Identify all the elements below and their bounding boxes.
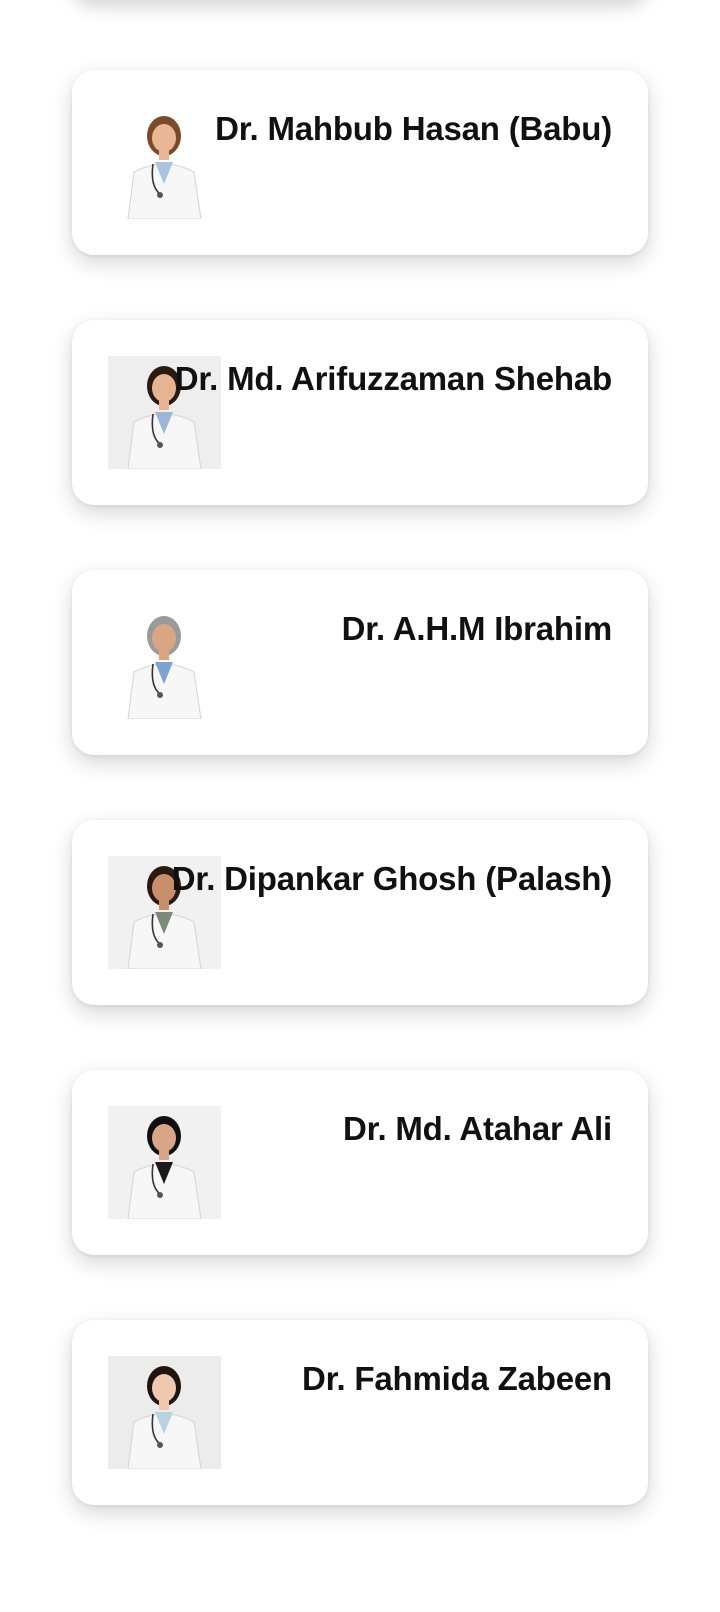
doctor-photo (108, 606, 221, 719)
doctor-card[interactable]: Dr. Dipankar Ghosh (Palash) (72, 820, 648, 1005)
doctor-card[interactable]: Dr. Mahbub Hasan (Babu) (72, 70, 648, 255)
doctor-card[interactable]: Dr. Md. Atahar Ali (72, 1070, 648, 1255)
doctor-photo (108, 106, 221, 219)
doctor-card[interactable]: Dr. Md. Arifuzzaman Shehab (72, 320, 648, 505)
doctor-photo (108, 1356, 221, 1469)
doctor-name: Dr. A.H.M Ibrahim (341, 610, 613, 647)
doctor-name: Dr. Md. Atahar Ali (343, 1110, 612, 1147)
doctor-name: Dr. Md. Arifuzzaman Shehab (174, 360, 613, 397)
doctor-name: Dr. Mahbub Hasan (Babu) (215, 110, 612, 147)
doctor-name: Dr. Dipankar Ghosh (Palash) (171, 860, 612, 897)
doctor-name: Dr. Fahmida Zabeen (302, 1360, 612, 1397)
doctor-photo (108, 1106, 221, 1219)
doctor-card[interactable]: Dr. Fahmida Zabeen (72, 1320, 648, 1505)
doctor-card[interactable]: Dr. A.H.M Ibrahim (72, 570, 648, 755)
